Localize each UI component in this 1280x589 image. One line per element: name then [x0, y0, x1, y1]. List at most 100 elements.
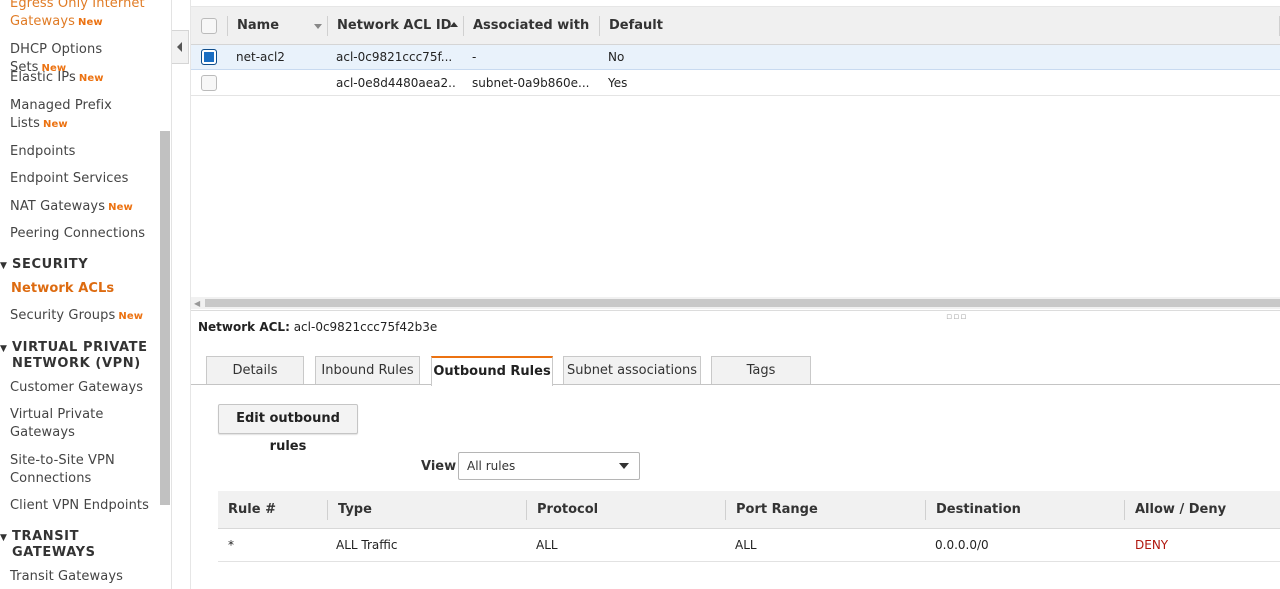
sort-caret-up-icon[interactable]	[450, 22, 458, 27]
column-header-allow-deny[interactable]: Allow / Deny	[1135, 491, 1226, 529]
acl-table-row[interactable]: net-acl2 acl-0c9821ccc75f... - No	[191, 45, 1280, 70]
sidebar-item-egress-only-internet-gateways[interactable]: Egress Only Internet Gateways New	[10, 0, 160, 32]
sidebar: Egress Only Internet Gateways New DHCP Op…	[0, 0, 172, 589]
sidebar-item-label: Transit Gateways	[10, 569, 123, 584]
tab-subnet-associations[interactable]: Subnet associations	[563, 356, 701, 385]
rule-number: *	[228, 538, 234, 552]
rule-protocol: ALL	[536, 538, 558, 552]
column-header-network-acl-id[interactable]: Network ACL ID	[337, 7, 451, 45]
column-header-default[interactable]: Default	[609, 7, 663, 45]
acl-name: net-acl2	[236, 50, 285, 64]
tab-inbound-rules[interactable]: Inbound Rules	[315, 356, 420, 385]
sidebar-item-site-to-site-vpn[interactable]: Site-to-Site VPN Connections	[10, 452, 130, 488]
view-filter-label: View	[421, 459, 457, 474]
sidebar-item-label: Customer Gateways	[10, 380, 144, 395]
sidebar-item-label: Elastic IPs	[10, 70, 76, 85]
scrollbar-thumb[interactable]	[205, 299, 1280, 307]
new-badge: New	[118, 311, 144, 322]
column-separator	[526, 500, 527, 520]
column-header-destination[interactable]: Destination	[936, 491, 1021, 529]
dropdown-caret-icon	[619, 463, 629, 469]
section-heading: VIRTUAL PRIVATE	[12, 340, 148, 355]
column-header-rule-number[interactable]: Rule #	[228, 491, 276, 529]
sidebar-item-label: Endpoints	[10, 144, 76, 159]
column-header-associated-with[interactable]: Associated with	[473, 7, 589, 45]
sidebar-item-label: Client VPN Endpoints	[10, 498, 149, 513]
sidebar-item-nat-gateways[interactable]: NAT Gateways New	[10, 198, 160, 217]
sidebar-item-managed-prefix-lists[interactable]: Managed Prefix Lists New	[10, 97, 130, 134]
acl-associated-with: -	[472, 50, 477, 64]
section-heading: SECURITY	[12, 257, 89, 272]
tab-outbound-rules[interactable]: Outbound Rules	[431, 356, 553, 386]
sidebar-item-client-vpn-endpoints[interactable]: Client VPN Endpoints	[10, 497, 160, 515]
sidebar-item-elastic-ips[interactable]: Elastic IPs New	[10, 69, 160, 88]
acl-table-row[interactable]: acl-0e8d4480aea2... subnet-0a9b860e... Y…	[191, 71, 1280, 96]
tabs-baseline	[191, 384, 1280, 385]
new-badge: New	[108, 202, 133, 213]
section-heading: TRANSIT	[12, 529, 80, 544]
horizontal-scrollbar[interactable]: ◀	[191, 297, 1280, 309]
column-separator	[925, 500, 926, 520]
tab-details[interactable]: Details	[206, 356, 304, 385]
rule-port-range: ALL	[735, 538, 757, 552]
sidebar-item-virtual-private-gateways[interactable]: Virtual Private Gateways	[10, 406, 120, 442]
sidebar-item-peering-connections[interactable]: Peering Connections	[10, 225, 160, 243]
sidebar-item-label: Network ACLs	[11, 281, 115, 296]
caret-down-icon: ▼	[0, 533, 8, 543]
sidebar-scrollbar[interactable]	[160, 131, 170, 505]
sidebar-item-label: NAT Gateways	[10, 199, 106, 214]
acl-table-header: Name Network ACL ID Associated with Defa…	[191, 6, 1280, 45]
sidebar-item-label: Security Groups	[10, 308, 116, 323]
acl-default: Yes	[608, 76, 628, 90]
column-separator	[327, 16, 328, 36]
section-heading: GATEWAYS	[12, 545, 96, 560]
new-badge: New	[78, 73, 104, 84]
edit-outbound-rules-button[interactable]: Edit outbound rules	[218, 404, 358, 454]
column-separator	[227, 16, 228, 36]
select-all-checkbox[interactable]	[201, 18, 217, 34]
resize-handle-icon[interactable]: ▫▫▫	[946, 312, 967, 322]
column-separator	[463, 16, 464, 36]
sidebar-section-vpn[interactable]: ▼ VIRTUAL PRIVATE NETWORK (VPN)	[0, 340, 160, 372]
sidebar-item-label: Endpoint Services	[10, 171, 129, 186]
chevron-left-icon	[177, 42, 182, 52]
section-heading: NETWORK (VPN)	[12, 356, 141, 371]
rule-type: ALL Traffic	[336, 538, 398, 552]
sidebar-item-endpoint-services[interactable]: Endpoint Services	[10, 170, 160, 188]
pane-divider[interactable]	[191, 310, 1280, 311]
detail-label: Network ACL:	[198, 320, 290, 334]
column-header-name[interactable]: Name	[237, 7, 279, 45]
sidebar-collapse-button[interactable]	[172, 30, 189, 64]
sidebar-item-network-acls[interactable]: Network ACLs	[11, 280, 161, 298]
column-separator	[327, 500, 328, 520]
sidebar-section-transit-gateways[interactable]: ▼ TRANSIT GATEWAYS	[0, 529, 160, 561]
sidebar-item-customer-gateways[interactable]: Customer Gateways	[10, 379, 160, 397]
acl-id: acl-0e8d4480aea2...	[336, 76, 456, 90]
column-header-protocol[interactable]: Protocol	[537, 491, 598, 529]
sort-caret-down-icon[interactable]	[314, 24, 322, 29]
sidebar-item-transit-gateways[interactable]: Transit Gateways	[10, 568, 160, 586]
acl-id: acl-0c9821ccc75f...	[336, 50, 453, 64]
column-header-port-range[interactable]: Port Range	[736, 491, 818, 529]
acl-default: No	[608, 50, 625, 64]
sidebar-section-security[interactable]: ▼ SECURITY	[0, 257, 160, 274]
detail-title: Network ACL: acl-0c9821ccc75f42b3e	[198, 320, 437, 334]
new-badge: New	[43, 119, 68, 130]
column-header-type[interactable]: Type	[338, 491, 372, 529]
tab-tags[interactable]: Tags	[711, 356, 811, 385]
sidebar-item-security-groups[interactable]: Security Groups New	[10, 307, 160, 326]
column-separator	[725, 500, 726, 520]
view-filter-select[interactable]: All rules	[458, 452, 640, 480]
detail-acl-id: acl-0c9821ccc75f42b3e	[293, 320, 438, 334]
scroll-left-arrow-icon[interactable]: ◀	[194, 299, 200, 308]
row-checkbox[interactable]	[201, 75, 217, 91]
acl-associated-with: subnet-0a9b860e...	[472, 76, 590, 90]
sidebar-item-label: Site-to-Site VPN Connections	[10, 453, 115, 486]
rule-action: DENY	[1135, 538, 1169, 552]
row-checkbox[interactable]	[201, 49, 217, 65]
caret-down-icon: ▼	[0, 344, 8, 354]
rules-table-header: Rule # Type Protocol Port Range Destinat…	[218, 491, 1280, 529]
rule-destination: 0.0.0.0/0	[935, 538, 989, 552]
main-content: Name Network ACL ID Associated with Defa…	[190, 0, 1280, 589]
sidebar-item-endpoints[interactable]: Endpoints	[10, 143, 160, 161]
